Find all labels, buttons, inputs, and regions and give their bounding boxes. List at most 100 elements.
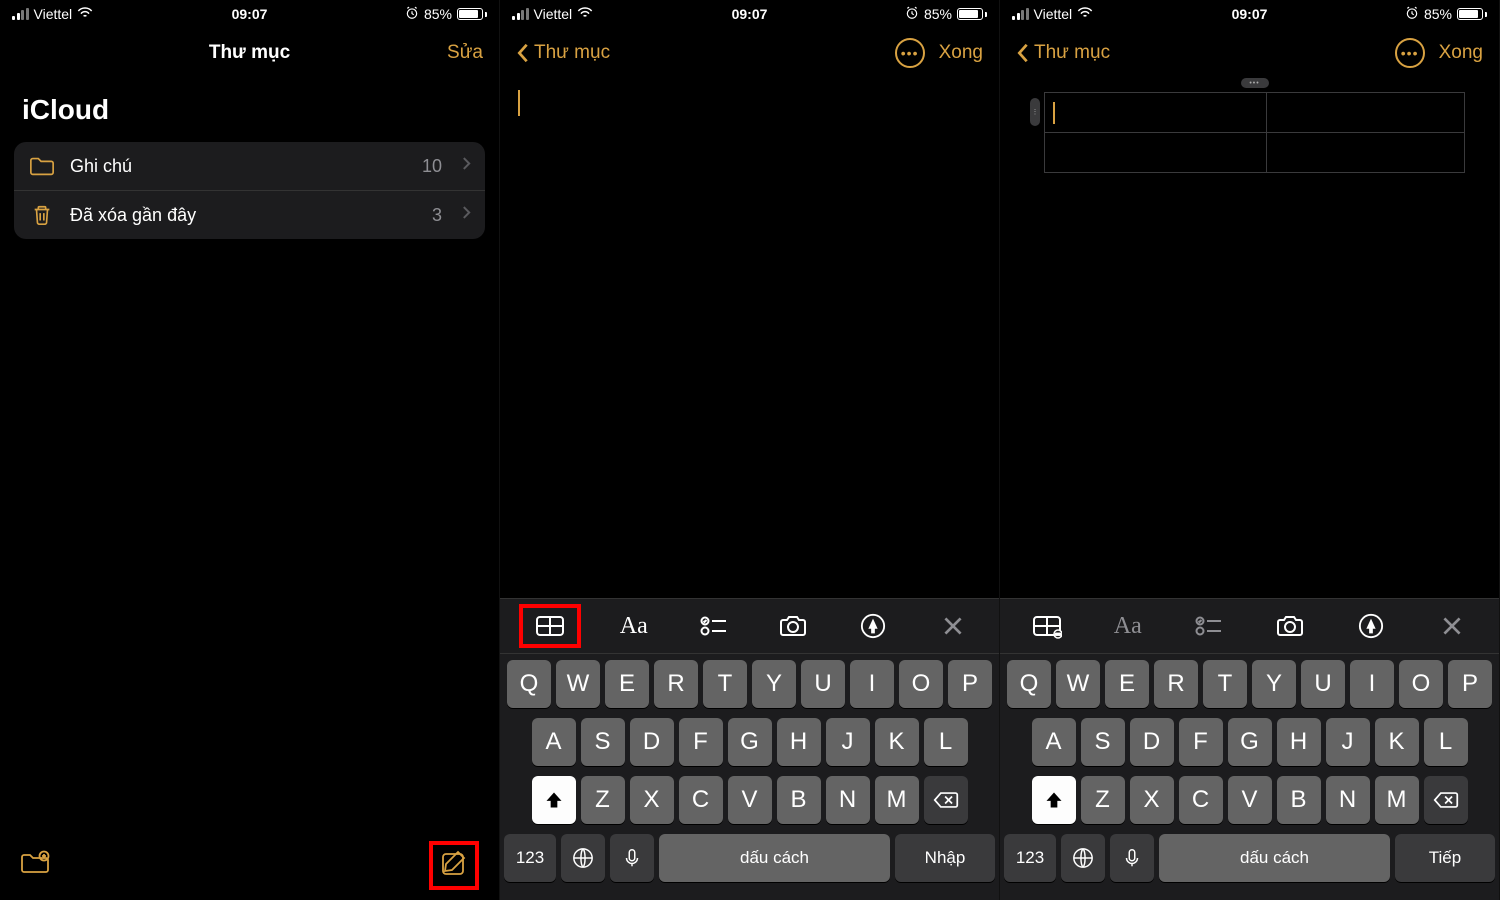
key-q[interactable]: Q <box>507 660 551 708</box>
key-j[interactable]: J <box>1326 718 1370 766</box>
more-button[interactable]: ••• <box>895 38 925 68</box>
markup-button[interactable] <box>1344 606 1398 646</box>
text-format-button[interactable]: Aa <box>1101 606 1155 646</box>
numbers-key[interactable]: 123 <box>1004 834 1056 882</box>
key-k[interactable]: K <box>875 718 919 766</box>
back-button[interactable]: Thư mục <box>1016 42 1110 64</box>
return-key[interactable]: Tiếp <box>1395 834 1495 882</box>
edit-button[interactable]: Sửa <box>447 42 483 64</box>
key-e[interactable]: E <box>605 660 649 708</box>
compose-button[interactable] <box>429 841 479 890</box>
key-b[interactable]: B <box>777 776 821 824</box>
note-editor[interactable]: ••• ⋮ <box>1000 80 1499 598</box>
key-o[interactable]: O <box>899 660 943 708</box>
key-y[interactable]: Y <box>752 660 796 708</box>
mic-key[interactable] <box>1110 834 1154 882</box>
key-c[interactable]: C <box>679 776 723 824</box>
key-q[interactable]: Q <box>1007 660 1051 708</box>
done-button[interactable]: Xong <box>939 42 983 64</box>
globe-key[interactable] <box>1061 834 1105 882</box>
key-h[interactable]: H <box>1277 718 1321 766</box>
key-m[interactable]: M <box>875 776 919 824</box>
key-m[interactable]: M <box>1375 776 1419 824</box>
key-k[interactable]: K <box>1375 718 1419 766</box>
key-o[interactable]: O <box>1399 660 1443 708</box>
key-i[interactable]: I <box>1350 660 1394 708</box>
numbers-key[interactable]: 123 <box>504 834 556 882</box>
backspace-key[interactable] <box>1424 776 1468 824</box>
return-key[interactable]: Nhập <box>895 834 995 882</box>
table-cell[interactable] <box>1045 93 1267 133</box>
key-c[interactable]: C <box>1179 776 1223 824</box>
key-u[interactable]: U <box>1301 660 1345 708</box>
key-a[interactable]: A <box>1032 718 1076 766</box>
key-w[interactable]: W <box>556 660 600 708</box>
new-folder-button[interactable] <box>20 849 50 882</box>
backspace-key[interactable] <box>924 776 968 824</box>
table-tool-button[interactable] <box>523 606 577 646</box>
key-s[interactable]: S <box>581 718 625 766</box>
note-editor[interactable] <box>500 80 999 598</box>
close-toolbar-button[interactable] <box>1425 606 1479 646</box>
key-r[interactable]: R <box>654 660 698 708</box>
done-button[interactable]: Xong <box>1439 42 1483 64</box>
key-l[interactable]: L <box>1424 718 1468 766</box>
checklist-button[interactable] <box>1182 606 1236 646</box>
more-button[interactable]: ••• <box>1395 38 1425 68</box>
space-key[interactable]: dấu cách <box>659 834 890 882</box>
table-cell[interactable] <box>1266 133 1464 173</box>
key-l[interactable]: L <box>924 718 968 766</box>
key-u[interactable]: U <box>801 660 845 708</box>
key-d[interactable]: D <box>1130 718 1174 766</box>
globe-key[interactable] <box>561 834 605 882</box>
key-i[interactable]: I <box>850 660 894 708</box>
checklist-button[interactable] <box>687 606 741 646</box>
key-e[interactable]: E <box>1105 660 1149 708</box>
section-icloud: iCloud <box>0 80 499 142</box>
text-format-button[interactable]: Aa <box>607 606 661 646</box>
back-button[interactable]: Thư mục <box>516 42 610 64</box>
key-s[interactable]: S <box>1081 718 1125 766</box>
table-cell[interactable] <box>1266 93 1464 133</box>
key-a[interactable]: A <box>532 718 576 766</box>
note-table[interactable]: ••• ⋮ <box>1044 92 1465 173</box>
shift-key[interactable] <box>532 776 576 824</box>
key-x[interactable]: X <box>1130 776 1174 824</box>
key-n[interactable]: N <box>826 776 870 824</box>
key-b[interactable]: B <box>1277 776 1321 824</box>
table-column-handle[interactable]: ••• <box>1241 78 1269 88</box>
close-toolbar-button[interactable] <box>926 606 980 646</box>
key-d[interactable]: D <box>630 718 674 766</box>
key-y[interactable]: Y <box>1252 660 1296 708</box>
space-key[interactable]: dấu cách <box>1159 834 1390 882</box>
key-z[interactable]: Z <box>581 776 625 824</box>
key-f[interactable]: F <box>1179 718 1223 766</box>
key-t[interactable]: T <box>703 660 747 708</box>
key-p[interactable]: P <box>948 660 992 708</box>
key-t[interactable]: T <box>1203 660 1247 708</box>
key-z[interactable]: Z <box>1081 776 1125 824</box>
key-r[interactable]: R <box>1154 660 1198 708</box>
camera-button[interactable] <box>766 606 820 646</box>
shift-key[interactable] <box>1032 776 1076 824</box>
markup-button[interactable] <box>846 606 900 646</box>
folder-notes[interactable]: Ghi chú 10 <box>14 142 485 191</box>
keyboard-row-4: 123 dấu cách Nhập <box>504 834 995 882</box>
key-g[interactable]: G <box>1228 718 1272 766</box>
key-f[interactable]: F <box>679 718 723 766</box>
folder-recently-deleted[interactable]: Đã xóa gần đây 3 <box>14 191 485 239</box>
mic-key[interactable] <box>610 834 654 882</box>
key-g[interactable]: G <box>728 718 772 766</box>
key-v[interactable]: V <box>728 776 772 824</box>
camera-button[interactable] <box>1263 606 1317 646</box>
table-cell[interactable] <box>1045 133 1267 173</box>
table-tool-button[interactable]: ••• <box>1020 606 1074 646</box>
key-w[interactable]: W <box>1056 660 1100 708</box>
table-row-handle[interactable]: ⋮ <box>1030 98 1040 126</box>
key-n[interactable]: N <box>1326 776 1370 824</box>
key-j[interactable]: J <box>826 718 870 766</box>
key-x[interactable]: X <box>630 776 674 824</box>
key-p[interactable]: P <box>1448 660 1492 708</box>
key-h[interactable]: H <box>777 718 821 766</box>
key-v[interactable]: V <box>1228 776 1272 824</box>
